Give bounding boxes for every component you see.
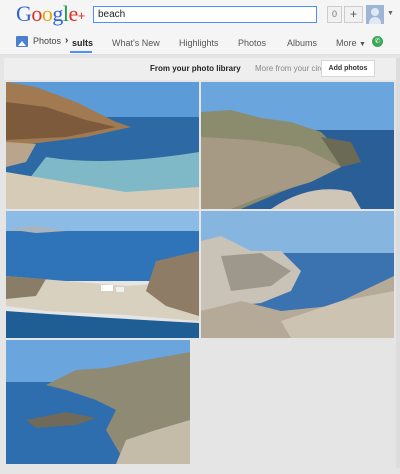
share-button[interactable]: + xyxy=(344,6,363,23)
beach-photo-1[interactable] xyxy=(6,82,199,209)
chevron-right-icon: › xyxy=(65,35,69,46)
more-menu[interactable]: More ▼ xyxy=(336,38,366,48)
beach-photo-2[interactable] xyxy=(201,82,394,209)
chevron-down-icon: ▼ xyxy=(359,41,366,48)
tab-albums[interactable]: Albums xyxy=(287,38,317,48)
scrollbar[interactable] xyxy=(396,58,400,468)
avatar[interactable] xyxy=(366,5,384,24)
search-input[interactable]: beach xyxy=(93,6,317,23)
tab-whats-new[interactable]: What's New xyxy=(112,38,160,48)
more-label: More xyxy=(336,38,357,48)
hangout-icon[interactable]: ✆ xyxy=(372,36,383,47)
tab-photos[interactable]: Photos xyxy=(238,38,266,48)
tab-highlights[interactable]: Highlights xyxy=(179,38,219,48)
photos-icon xyxy=(16,36,28,47)
beach-photo-4[interactable] xyxy=(201,211,394,338)
active-tab-indicator xyxy=(70,51,92,53)
tab-search-results[interactable]: sults xyxy=(72,38,93,48)
notifications-button[interactable]: 0 xyxy=(327,6,342,23)
google-plus-logo[interactable]: Google+ xyxy=(16,1,85,27)
filter-your-library[interactable]: From your photo library xyxy=(150,64,241,73)
beach-photo-3[interactable] xyxy=(6,211,199,338)
nav-app-label[interactable]: Photos xyxy=(33,36,61,46)
beach-photo-5[interactable] xyxy=(6,340,190,464)
chevron-down-icon[interactable]: ▼ xyxy=(387,10,394,17)
filter-more-from-circles[interactable]: More from your circ xyxy=(255,64,323,73)
add-photos-button[interactable]: Add photos xyxy=(321,60,375,77)
